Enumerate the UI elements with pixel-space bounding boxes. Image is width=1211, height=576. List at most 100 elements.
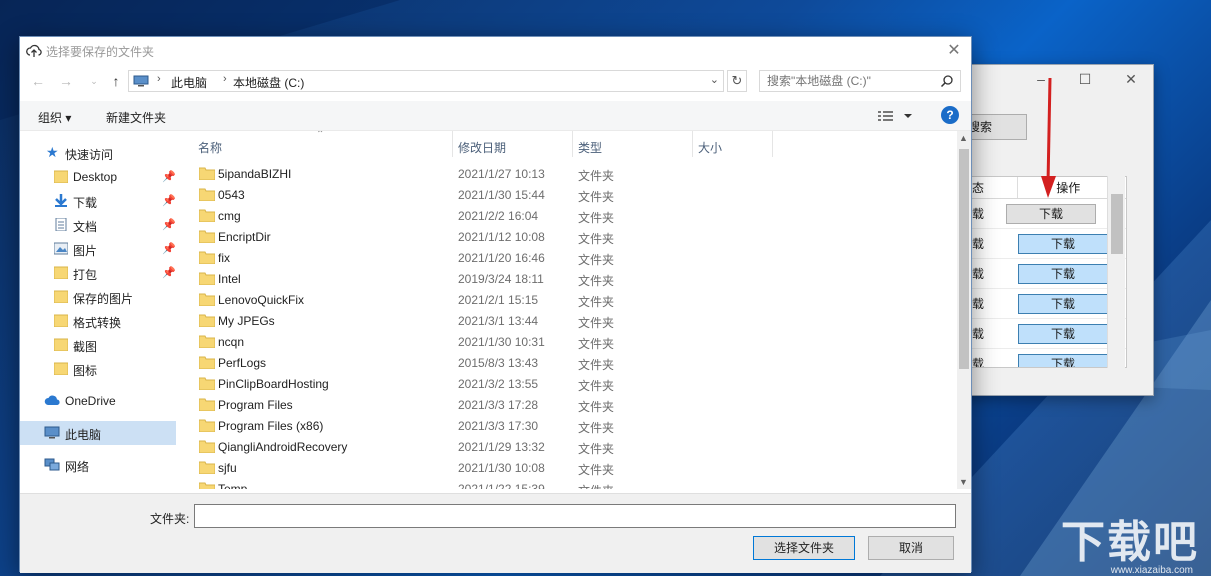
grid-row: 载 下载 — [972, 319, 1126, 349]
cancel-button[interactable]: 取消 — [868, 536, 954, 560]
file-row[interactable]: LenovoQuickFix 2021/2/1 15:15 文件夹 — [182, 289, 952, 310]
grid-scrollbar[interactable] — [1107, 176, 1125, 368]
file-type: 文件夹 — [578, 379, 615, 393]
scroll-up-arrow-icon[interactable]: ▲ — [959, 133, 968, 143]
download-button[interactable]: 下载 — [1006, 203, 1096, 224]
nav-item-saved-pictures[interactable]: 保存的图片 — [20, 285, 176, 309]
nav-item-this-pc[interactable]: 此电脑 — [20, 421, 176, 445]
folder-input[interactable] — [194, 504, 956, 528]
nav-item-icons[interactable]: 图标 — [20, 357, 176, 381]
pin-icon[interactable]: 📌 — [162, 242, 176, 255]
nav-item-pack[interactable]: 打包 📌 — [20, 261, 176, 285]
search-box[interactable] — [759, 70, 961, 92]
nav-item-quick-access[interactable]: ★ 快速访问 — [20, 141, 176, 165]
nav-item-label: 此电脑 — [65, 428, 102, 442]
nav-item-label: 截图 — [73, 340, 98, 354]
column-divider[interactable] — [692, 131, 693, 157]
file-name: cmg — [218, 209, 241, 223]
file-date: 2021/3/3 17:28 — [458, 398, 539, 412]
file-row[interactable]: cmg 2021/2/2 16:04 文件夹 — [182, 205, 952, 226]
nav-item-network[interactable]: 网络 — [20, 453, 176, 477]
address-bar[interactable]: › 此电脑 › 本地磁盘 (C:) ⌄ — [128, 70, 724, 92]
download-button[interactable]: 下载 — [1018, 263, 1109, 284]
select-folder-button[interactable]: 选择文件夹 — [753, 536, 855, 560]
file-row[interactable]: PerfLogs 2015/8/3 13:43 文件夹 — [182, 352, 952, 373]
refresh-icon[interactable]: ↻ — [727, 70, 747, 92]
file-type: 文件夹 — [578, 274, 615, 288]
nav-item-desktop[interactable]: Desktop 📌 — [20, 165, 176, 189]
column-header-date[interactable]: 修改日期 — [458, 139, 506, 156]
new-folder-button[interactable]: 新建文件夹 — [106, 109, 166, 126]
column-divider[interactable] — [772, 131, 773, 157]
help-icon[interactable]: ? — [941, 106, 959, 124]
folder-icon — [199, 272, 215, 285]
folder-icon — [199, 440, 215, 453]
maximize-icon[interactable]: ☐ — [1073, 69, 1097, 89]
file-row[interactable]: Program Files 2021/3/3 17:28 文件夹 — [182, 394, 952, 415]
file-type: 文件夹 — [578, 211, 615, 225]
file-row[interactable]: PinClipBoardHosting 2021/3/2 13:55 文件夹 — [182, 373, 952, 394]
file-row[interactable]: My JPEGs 2021/3/1 13:44 文件夹 — [182, 310, 952, 331]
column-header-type[interactable]: 类型 — [578, 139, 602, 156]
folder-icon — [199, 335, 215, 348]
forward-arrow-icon[interactable]: → — [56, 71, 76, 91]
file-type: 文件夹 — [578, 232, 615, 246]
scrollbar-thumb[interactable] — [1111, 194, 1123, 254]
back-arrow-icon[interactable]: ← — [28, 71, 48, 91]
breadcrumb-this-pc[interactable]: 此电脑 — [171, 74, 207, 91]
file-row[interactable]: Program Files (x86) 2021/3/3 17:30 文件夹 — [182, 415, 952, 436]
file-row[interactable]: 0543 2021/1/30 15:44 文件夹 — [182, 184, 952, 205]
file-row[interactable]: fix 2021/1/20 16:46 文件夹 — [182, 247, 952, 268]
nav-item-documents[interactable]: 文档 📌 — [20, 213, 176, 237]
column-divider[interactable] — [572, 131, 573, 157]
file-date: 2021/1/30 10:08 — [458, 461, 545, 475]
nav-item-onedrive[interactable]: OneDrive — [20, 389, 176, 413]
file-row[interactable]: 5ipandaBIZHI 2021/1/27 10:13 文件夹 — [182, 163, 952, 184]
file-date: 2021/1/30 10:31 — [458, 335, 545, 349]
download-button[interactable]: 下载 — [1018, 353, 1109, 367]
status-cell: 载 — [972, 327, 985, 341]
download-grid: 态 操作 载下载 载下载 载下载 载下载 载下载 载下载 — [971, 176, 1127, 368]
grid-row: 载下载 — [972, 199, 1126, 229]
pin-icon[interactable]: 📌 — [162, 266, 176, 279]
close-icon[interactable]: ✕ — [1119, 69, 1143, 89]
search-input[interactable] — [767, 74, 927, 88]
file-row[interactable]: Intel 2019/3/24 18:11 文件夹 — [182, 268, 952, 289]
nav-item-pictures[interactable]: 图片 📌 — [20, 237, 176, 261]
breadcrumb-separator-icon: › — [223, 73, 227, 85]
nav-item-downloads[interactable]: 下载 📌 — [20, 189, 176, 213]
pin-icon[interactable]: 📌 — [162, 170, 176, 183]
up-arrow-icon[interactable]: ↑ — [106, 71, 126, 91]
file-row[interactable]: Temp 2021/1/22 15:39 文件夹 — [182, 478, 952, 489]
view-options-icon[interactable] — [878, 109, 918, 123]
nav-item-format-conversion[interactable]: 格式转换 — [20, 309, 176, 333]
organize-menu-button[interactable]: 组织 ▾ — [38, 109, 71, 126]
pin-icon[interactable]: 📌 — [162, 218, 176, 231]
folder-icon — [54, 338, 68, 351]
folder-field-label: 文件夹: — [150, 512, 190, 526]
pin-icon[interactable]: 📌 — [162, 194, 176, 207]
column-header-size[interactable]: 大小 — [698, 139, 722, 156]
file-row[interactable]: QiangliAndroidRecovery 2021/1/29 13:32 文件夹 — [182, 436, 952, 457]
scrollbar-thumb[interactable] — [959, 149, 969, 369]
file-row[interactable]: ncqn 2021/1/30 10:31 文件夹 — [182, 331, 952, 352]
file-row[interactable]: EncriptDir 2021/1/12 10:08 文件夹 — [182, 226, 952, 247]
folder-icon — [199, 230, 215, 243]
scroll-down-arrow-icon[interactable]: ▼ — [959, 477, 968, 487]
recent-locations-chevron-icon[interactable]: ⌄ — [84, 71, 104, 91]
download-button[interactable]: 下载 — [1018, 233, 1109, 254]
column-divider[interactable] — [452, 131, 453, 157]
status-cell: 载 — [972, 267, 985, 281]
download-button[interactable]: 下载 — [1018, 293, 1109, 314]
file-list-scrollbar[interactable]: ▲ ▼ — [957, 131, 971, 489]
close-icon[interactable]: ✕ — [941, 39, 967, 63]
folder-icon — [199, 251, 215, 264]
file-row[interactable]: sjfu 2021/1/30 10:08 文件夹 — [182, 457, 952, 478]
address-dropdown-chevron-icon[interactable]: ⌄ — [710, 73, 719, 86]
watermark-url: www.xiazaiba.com — [1110, 565, 1193, 576]
download-button[interactable]: 下载 — [1018, 323, 1109, 344]
column-header-name[interactable]: 名称 — [198, 139, 222, 156]
folder-icon — [199, 482, 215, 489]
breadcrumb-local-disk[interactable]: 本地磁盘 (C:) — [233, 74, 304, 91]
nav-item-screenshots[interactable]: 截图 — [20, 333, 176, 357]
